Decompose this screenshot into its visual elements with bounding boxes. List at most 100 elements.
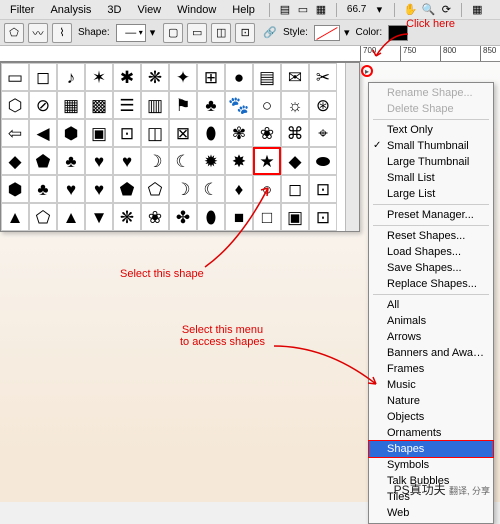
shape-cell[interactable]: ✸ — [225, 147, 253, 175]
menu-preset-manager[interactable]: Preset Manager... — [369, 207, 493, 223]
shape-cell[interactable]: ▤ — [253, 63, 281, 91]
shape-cell[interactable]: ✹ — [197, 147, 225, 175]
shape-picker-scrollbar[interactable] — [345, 63, 359, 231]
shape-cell[interactable]: ⬮ — [197, 119, 225, 147]
shape-cell[interactable]: ⬟ — [29, 147, 57, 175]
shape-cell[interactable]: ⬠ — [141, 175, 169, 203]
menu-view-small-thumbnail[interactable]: Small Thumbnail — [369, 138, 493, 154]
shape-cell[interactable]: ⊡ — [309, 203, 337, 231]
shape-cell[interactable]: ⚑ — [169, 91, 197, 119]
shape-cell[interactable]: ⬮ — [197, 203, 225, 231]
shape-cell[interactable]: ◻ — [29, 63, 57, 91]
shape-cell[interactable]: ✶ — [85, 63, 113, 91]
menu-view-text-only[interactable]: Text Only — [369, 122, 493, 138]
menu-cat-nature[interactable]: Nature — [369, 393, 493, 409]
menu-cat-animals[interactable]: Animals — [369, 313, 493, 329]
shape-cell[interactable]: ▣ — [281, 203, 309, 231]
hand-icon[interactable]: ✋ — [403, 3, 417, 17]
menu-load-shapes[interactable]: Load Shapes... — [369, 244, 493, 260]
menu-cat-banners[interactable]: Banners and Awards — [369, 345, 493, 361]
menu-cat-objects[interactable]: Objects — [369, 409, 493, 425]
shape-cell[interactable]: ◆ — [281, 147, 309, 175]
menu-cat-ornaments[interactable]: Ornaments — [369, 425, 493, 441]
shape-cell[interactable]: ▦ — [57, 91, 85, 119]
menu-analysis[interactable]: Analysis — [44, 2, 97, 18]
shape-cell[interactable]: ✤ — [169, 203, 197, 231]
shape-cell[interactable]: ⊞ — [197, 63, 225, 91]
zoom-value[interactable]: 66.7 — [345, 4, 368, 15]
shape-cell[interactable]: ○ — [253, 175, 281, 203]
mode-paths-icon[interactable]: ▭ — [187, 23, 207, 43]
screen-icon[interactable]: ▦ — [314, 3, 328, 17]
shape-cell[interactable]: ▭ — [1, 63, 29, 91]
shape-cell[interactable]: ⊡ — [309, 175, 337, 203]
shape-cell[interactable]: ✦ — [169, 63, 197, 91]
shape-cell[interactable]: ❀ — [253, 119, 281, 147]
shape-dropdown[interactable]: — — [116, 24, 146, 42]
shape-cell[interactable]: ⊡ — [113, 119, 141, 147]
menu-replace-shapes[interactable]: Replace Shapes... — [369, 276, 493, 292]
menu-save-shapes[interactable]: Save Shapes... — [369, 260, 493, 276]
menu-reset-shapes[interactable]: Reset Shapes... — [369, 228, 493, 244]
shape-cell[interactable]: ✉ — [281, 63, 309, 91]
mode-exclude-icon[interactable]: ⊡ — [235, 23, 255, 43]
shape-cell[interactable]: ● — [225, 63, 253, 91]
shape-cell[interactable]: ⬬ — [309, 147, 337, 175]
shape-cell[interactable]: ☼ — [281, 91, 309, 119]
shape-picker-flyout-button[interactable]: ▸ — [361, 65, 373, 77]
menu-cat-shapes[interactable]: Shapes — [369, 441, 493, 457]
menu-cat-symbols[interactable]: Symbols — [369, 457, 493, 473]
shape-cell[interactable]: ⊘ — [29, 91, 57, 119]
mode-fill-icon[interactable]: ◫ — [211, 23, 231, 43]
arrange-icon[interactable]: ▦ — [470, 3, 484, 17]
shape-cell[interactable]: ▣ — [85, 119, 113, 147]
shape-cell[interactable]: ⬠ — [29, 203, 57, 231]
shape-cell[interactable]: ⇦ — [1, 119, 29, 147]
shape-cell[interactable]: ◀ — [29, 119, 57, 147]
menu-3d[interactable]: 3D — [101, 2, 127, 18]
shape-cell[interactable]: ♣ — [29, 175, 57, 203]
shape-cell[interactable]: ✂ — [309, 63, 337, 91]
shape-cell[interactable]: ♪ — [57, 63, 85, 91]
mode-shape-layers-icon[interactable]: ▢ — [163, 23, 183, 43]
shape-cell[interactable]: ⊛ — [309, 91, 337, 119]
shape-cell[interactable]: 🐾 — [225, 91, 253, 119]
link-icon[interactable]: 🔗 — [263, 26, 277, 39]
shape-cell[interactable]: ⌘ — [281, 119, 309, 147]
shape-cell[interactable]: ▩ — [85, 91, 113, 119]
shape-cell[interactable]: ♣ — [197, 91, 225, 119]
shape-cell[interactable]: ◻ — [281, 175, 309, 203]
shape-cell[interactable]: ⬡ — [1, 91, 29, 119]
shape-cell[interactable]: ⊠ — [169, 119, 197, 147]
shape-cell[interactable]: ☾ — [197, 175, 225, 203]
layout-icon[interactable]: ▭ — [296, 3, 310, 17]
menu-cat-music[interactable]: Music — [369, 377, 493, 393]
zoom-icon[interactable]: 🔍 — [421, 3, 435, 17]
shape-cell[interactable]: ✾ — [225, 119, 253, 147]
shape-cell[interactable]: ❋ — [141, 63, 169, 91]
tool-pen-icon[interactable]: ⬠ — [4, 23, 24, 43]
shape-cell[interactable]: ⬢ — [1, 175, 29, 203]
menu-cat-frames[interactable]: Frames — [369, 361, 493, 377]
shape-cell[interactable]: ♥ — [113, 147, 141, 175]
shape-cell[interactable]: ♥ — [57, 175, 85, 203]
shape-cell[interactable]: ❋ — [113, 203, 141, 231]
shape-cell[interactable]: ■ — [225, 203, 253, 231]
shape-cell[interactable]: ✱ — [113, 63, 141, 91]
bridge-icon[interactable]: ▤ — [278, 3, 292, 17]
shape-cell[interactable]: ⬟ — [113, 175, 141, 203]
shape-cell[interactable]: ☽ — [141, 147, 169, 175]
menu-view-large-list[interactable]: Large List — [369, 186, 493, 202]
shape-cell[interactable]: ★ — [253, 147, 281, 175]
zoom-chevron-icon[interactable]: ▾ — [372, 3, 386, 17]
style-swatch[interactable] — [314, 25, 340, 41]
menu-cat-arrows[interactable]: Arrows — [369, 329, 493, 345]
shape-cell[interactable]: ⌖ — [309, 119, 337, 147]
shape-cell[interactable]: ▼ — [85, 203, 113, 231]
shape-cell[interactable]: ☽ — [169, 175, 197, 203]
menu-help[interactable]: Help — [226, 2, 261, 18]
menu-filter[interactable]: Filter — [4, 2, 40, 18]
shape-cell[interactable]: ♣ — [57, 147, 85, 175]
shape-options-icon[interactable]: ▾ — [150, 26, 156, 39]
menu-window[interactable]: Window — [171, 2, 222, 18]
